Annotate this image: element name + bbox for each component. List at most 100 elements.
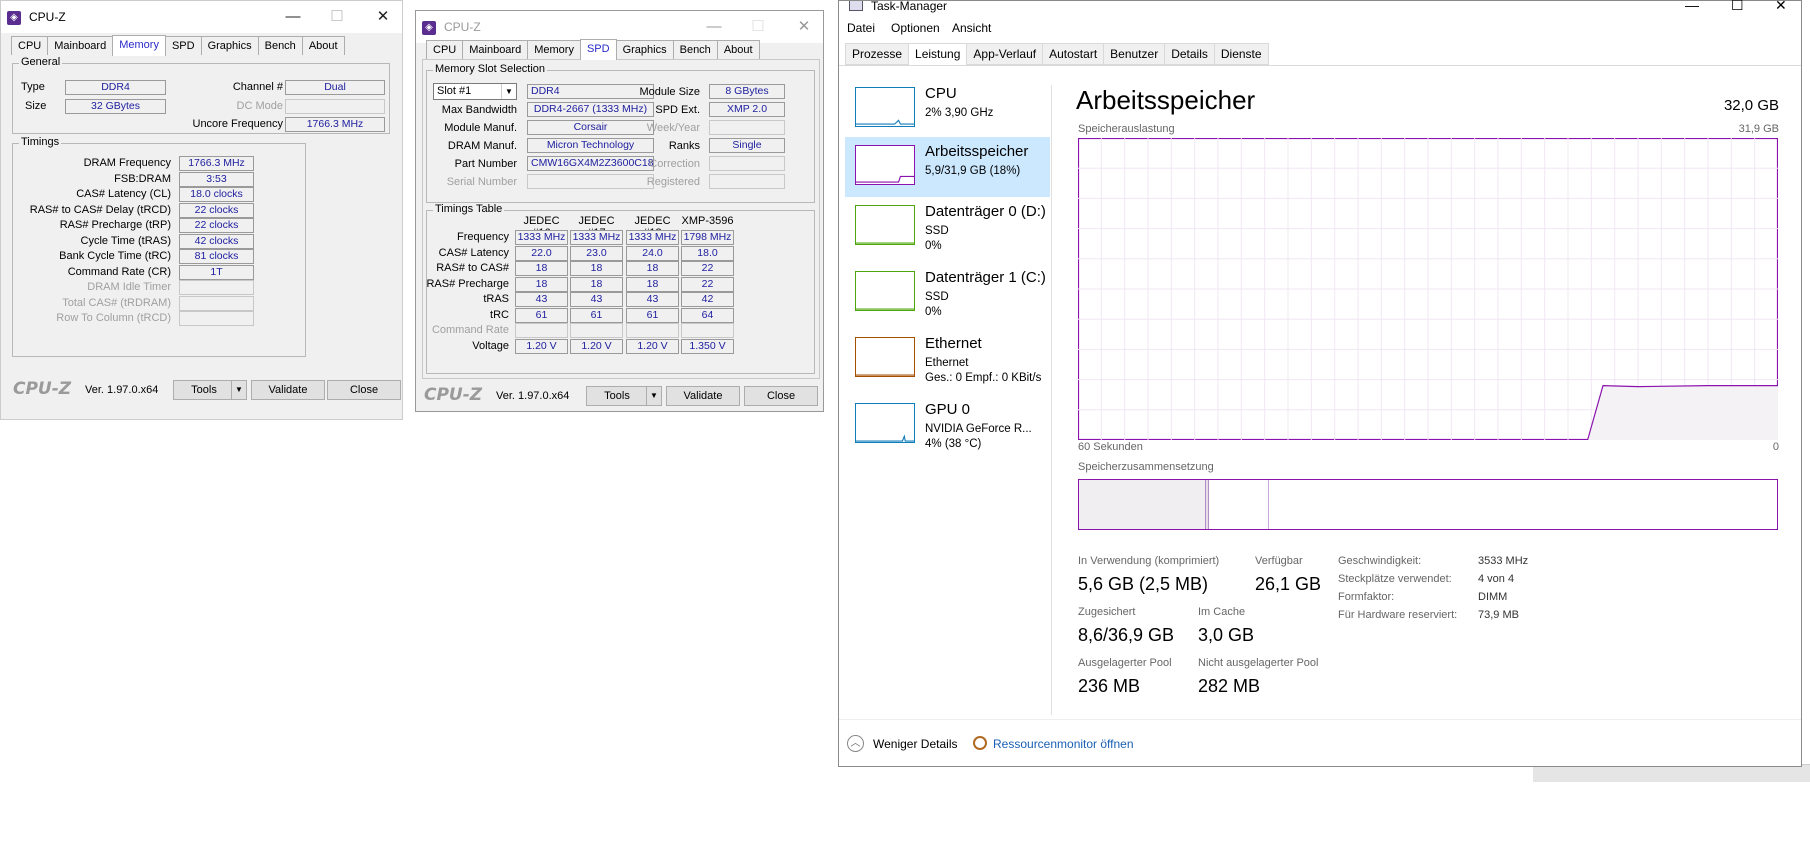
page-title: Arbeitsspeicher (1076, 85, 1256, 115)
timing-label: Row To Column (tRCD) (56, 312, 171, 324)
tab-memory[interactable]: Memory (112, 35, 166, 56)
menu-ansicht[interactable]: Ansicht (952, 21, 991, 35)
cached-value: 3,0 GB (1198, 625, 1255, 645)
tab-bar: CPU Mainboard Memory SPD Graphics Bench About (11, 35, 345, 56)
week-year-label: Week/Year (646, 122, 700, 134)
correction-label: Correction (649, 158, 700, 170)
registered-value (709, 174, 785, 189)
tab-spd[interactable]: SPD (164, 36, 202, 55)
sidebar-divider (1051, 85, 1052, 715)
tab-prozesse[interactable]: Prozesse (845, 43, 910, 65)
timings-row-label: Frequency (457, 231, 509, 243)
tab-memory[interactable]: Memory (527, 40, 581, 59)
timings-cell: 1.20 V (626, 338, 679, 354)
sidebar-thumbnail-graph (855, 403, 915, 443)
validate-button[interactable]: Validate (666, 386, 740, 406)
menu-optionen[interactable]: Optionen (891, 21, 940, 35)
tools-dropdown-icon[interactable]: ▼ (231, 380, 247, 400)
type-label: Type (21, 81, 45, 93)
tab-bench[interactable]: Bench (257, 36, 303, 55)
tab-graphics[interactable]: Graphics (200, 36, 259, 55)
sidebar-item-name: GPU 0 (925, 401, 971, 418)
menu-datei[interactable]: Datei (847, 21, 875, 35)
sidebar-item-name: Arbeitsspeicher (925, 143, 1029, 160)
timing-value (179, 280, 254, 295)
title-bar[interactable]: ◈ CPU-Z — ☐ ✕ (1, 1, 402, 33)
sidebar-item-cpu[interactable]: CPU 2% 3,90 GHz (845, 79, 1050, 139)
tab-appverlauf[interactable]: App-Verlauf (966, 43, 1044, 65)
close-icon[interactable]: ✕ (1775, 0, 1787, 14)
timing-value: 22 clocks (179, 218, 254, 233)
memory-usage-graph (1078, 138, 1778, 440)
resource-monitor-icon (973, 736, 987, 750)
sidebar-item-ethernet[interactable]: Ethernet Ethernet Ges.: 0 Empf.: 0 KBit/s (845, 329, 1050, 389)
close-button[interactable]: Close (327, 380, 401, 400)
close-button[interactable]: Close (744, 386, 818, 406)
sidebar-item-datentr-ger-1-c[interactable]: Datenträger 1 (C:) SSD 0% (845, 263, 1050, 323)
tab-bench[interactable]: Bench (672, 40, 718, 59)
timings-cell: 22 (681, 276, 734, 292)
tools-button[interactable]: Tools (586, 386, 648, 406)
sidebar-item-detail: NVIDIA GeForce R... (925, 423, 1032, 435)
sidebar-thumbnail-graph (855, 205, 915, 245)
tab-graphics[interactable]: Graphics (615, 40, 674, 59)
sidebar-item-detail: 0% (925, 240, 942, 252)
tab-mainboard[interactable]: Mainboard (462, 40, 529, 59)
maximize-icon[interactable]: ☐ (1731, 0, 1744, 14)
tab-autostart[interactable]: Autostart (1042, 43, 1105, 65)
slot-select[interactable]: Slot #1 ▼ (433, 83, 517, 100)
tab-about[interactable]: About (716, 40, 760, 59)
tab-leistung[interactable]: Leistung (908, 43, 968, 66)
dram-manuf-value: Micron Technology (527, 138, 654, 153)
tab-cpu[interactable]: CPU (426, 40, 464, 59)
tools-dropdown-icon[interactable]: ▼ (646, 386, 662, 406)
timings-cell (626, 323, 679, 338)
title-bar[interactable]: Task-Manager — ☐ ✕ (839, 0, 1801, 19)
sidebar-item-gpu-0[interactable]: GPU 0 NVIDIA GeForce R... 4% (38 °C) (845, 395, 1050, 455)
sidebar-item-detail: SSD (925, 291, 949, 303)
tab-about[interactable]: About (301, 36, 345, 55)
timings-cell: 1.350 V (681, 338, 734, 354)
maximize-icon[interactable]: ☐ (317, 5, 357, 29)
tab-benutzer[interactable]: Benutzer (1103, 43, 1166, 65)
close-icon[interactable]: ✕ (363, 5, 403, 29)
sidebar-thumbnail-graph (855, 87, 915, 127)
bottom-bar: CPU-Z Ver. 1.97.0.x64 Tools ▼ Validate C… (1, 375, 402, 405)
sidebar-thumbnail-graph (855, 145, 915, 185)
module-manuf-label: Module Manuf. (444, 122, 517, 134)
composition-label: Speicherzusammensetzung (1078, 461, 1214, 473)
channel-label: Channel # (232, 81, 283, 93)
size-label: Size (25, 100, 47, 112)
timing-label: RAS# Precharge (tRP) (59, 219, 171, 231)
maximize-icon[interactable]: ☐ (738, 15, 778, 39)
dcmode-label: DC Mode (236, 100, 283, 112)
tab-spd[interactable]: SPD (579, 39, 617, 60)
tab-dienste[interactable]: Dienste (1213, 43, 1269, 65)
usage-max: 31,9 GB (1738, 123, 1779, 135)
tab-cpu[interactable]: CPU (11, 36, 49, 55)
timing-value (179, 295, 254, 311)
timing-label: RAS# to CAS# Delay (tRCD) (29, 203, 171, 216)
spd-ext-value: XMP 2.0 (709, 102, 785, 117)
timings-cell: 1333 MHz (626, 230, 679, 245)
tools-button[interactable]: Tools (173, 380, 235, 400)
sidebar-item-arbeitsspeicher[interactable]: Arbeitsspeicher 5,9/31,9 GB (18%) (845, 137, 1050, 197)
timings-cell: 1.20 V (570, 338, 623, 354)
close-icon[interactable]: ✕ (784, 15, 824, 39)
module-manuf-value: Corsair (527, 120, 654, 135)
timing-label: DRAM Frequency (83, 157, 171, 169)
timing-label: DRAM Idle Timer (87, 281, 171, 293)
minimize-icon[interactable]: — (1685, 0, 1699, 13)
cpuz-logo: CPU-Z (13, 379, 72, 399)
tab-bar-divider (839, 65, 1801, 66)
in-use-value: 5,6 GB (2,5 MB) (1078, 574, 1209, 594)
timings-row-label: tRAS (483, 293, 509, 305)
minimize-icon[interactable]: — (273, 5, 313, 29)
tab-mainboard[interactable]: Mainboard (47, 36, 114, 55)
validate-button[interactable]: Validate (251, 380, 325, 400)
minimize-icon[interactable]: — (694, 15, 734, 39)
sidebar-item-datentr-ger-0-d[interactable]: Datenträger 0 (D:) SSD 0% (845, 197, 1050, 257)
tab-details[interactable]: Details (1164, 43, 1215, 65)
available-value: 26,1 GB (1255, 574, 1322, 594)
sidebar-thumbnail-graph (855, 337, 915, 377)
